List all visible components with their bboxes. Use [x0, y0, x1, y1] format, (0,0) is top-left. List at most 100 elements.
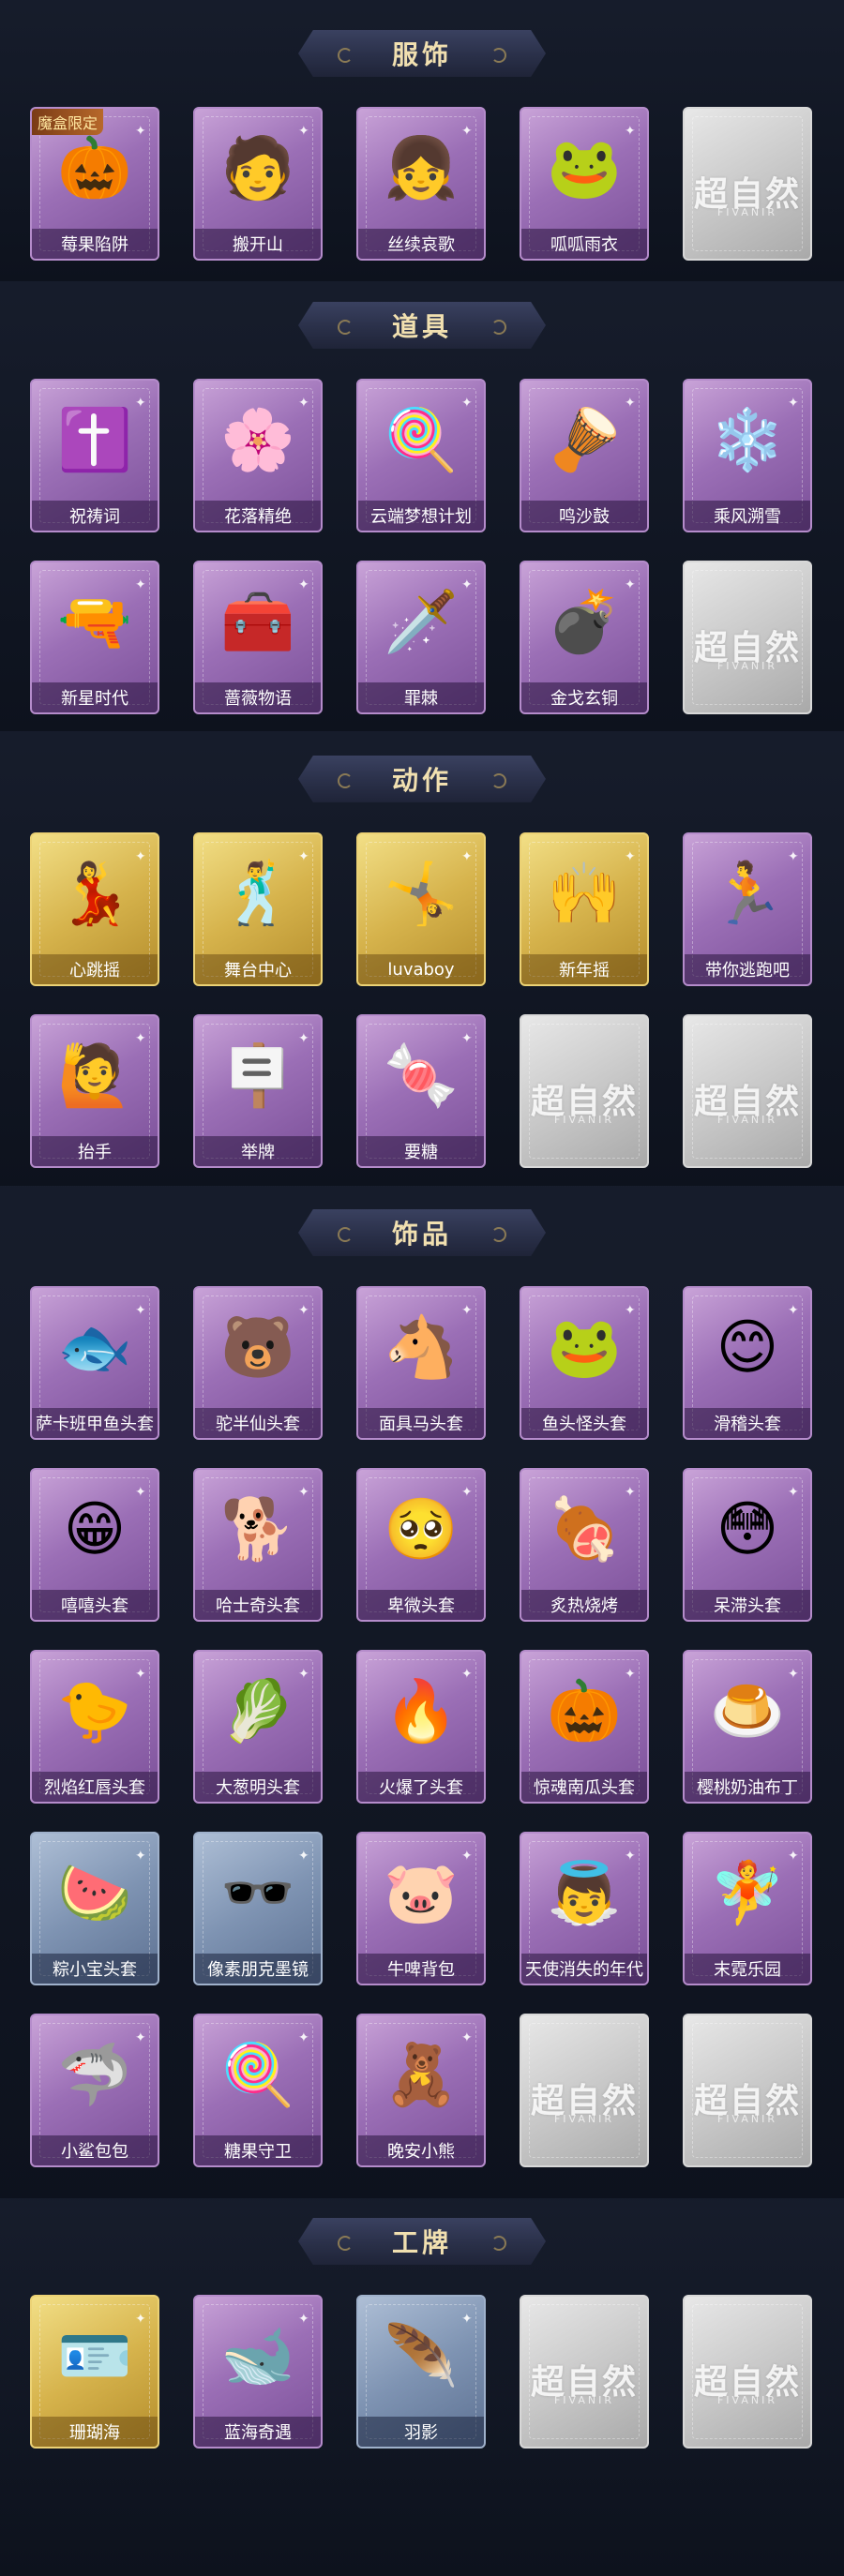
item-card[interactable]: 🐟 ✦ 萨卡班甲鱼头套 [30, 1286, 159, 1440]
locked-item-card[interactable]: 超自然 FIVANIR [520, 2295, 649, 2449]
item-card[interactable]: 🍖 ✦ 炙热烧烤 [520, 1468, 649, 1622]
item-card[interactable]: 🏃 ✦ 带你逃跑吧 [683, 832, 812, 986]
sparkle-icon: ✦ [461, 577, 473, 592]
locked-item-card[interactable]: 超自然 FIVANIR [683, 107, 812, 261]
item-card[interactable]: 🪶 ✦ 羽影 [356, 2295, 486, 2449]
sparkle-icon: ✦ [625, 396, 636, 411]
item-card[interactable]: 🧸 ✦ 晚安小熊 [356, 2014, 486, 2167]
item-label: 滑稽头套 [685, 1408, 810, 1438]
item-card[interactable]: 🥬 ✦ 大葱明头套 [193, 1650, 323, 1804]
revolver-icon: 🔫 [57, 588, 132, 657]
item-card[interactable]: 🎃 ✦ 莓果陷阱 魔盒限定 [30, 107, 159, 261]
item-card[interactable]: 🔥 ✦ 火爆了头套 [356, 1650, 486, 1804]
section-header: 饰品 [298, 1209, 546, 1256]
item-card[interactable]: 😳 ✦ 呆滞头套 [683, 1468, 812, 1622]
item-label: luvaboy [358, 954, 484, 984]
item-card[interactable]: 🧑 ✦ 搬开山 [193, 107, 323, 261]
item-card[interactable]: 💃 ✦ 心跳摇 [30, 832, 159, 986]
item-card[interactable]: 🐴 ✦ 面具马头套 [356, 1286, 486, 1440]
item-card[interactable]: 🐻 ✦ 驼半仙头套 [193, 1286, 323, 1440]
sparkle-icon: ✦ [135, 1485, 146, 1500]
locked-item-card[interactable]: 超自然 FIVANIR [683, 1014, 812, 1168]
item-card[interactable]: 🍬 ✦ 要糖 [356, 1014, 486, 1168]
placeholder-subtext: FIVANIR [716, 1114, 778, 1126]
girl-icon: 👧 [384, 134, 459, 203]
item-card[interactable]: 🍉 ✦ 粽小宝头套 [30, 1832, 159, 1985]
limited-badge: 魔盒限定 [32, 109, 104, 135]
item-card[interactable]: 👧 ✦ 丝续哀歌 [356, 107, 486, 261]
sparkle-icon: ✦ [461, 2312, 473, 2327]
item-card[interactable]: 🕺 ✦ 舞台中心 [193, 832, 323, 986]
item-label: 莓果陷阱 [32, 229, 158, 259]
sparkle-icon: ✦ [298, 1303, 309, 1318]
frog-icon: 🐸 [547, 1313, 622, 1383]
item-label: 大葱明头套 [195, 1772, 321, 1802]
item-card[interactable]: 🥺 ✦ 卑微头套 [356, 1468, 486, 1622]
item-label: 樱桃奶油布丁 [685, 1772, 810, 1802]
leek-icon: 🥬 [220, 1677, 295, 1746]
item-label: 搬开山 [195, 229, 321, 259]
item-card[interactable]: 🧰 ✦ 蔷薇物语 [193, 561, 323, 714]
item-card[interactable]: 🍭 ✦ 糖果守卫 [193, 2014, 323, 2167]
item-label: 羽影 [358, 2417, 484, 2447]
item-label: 糖果守卫 [195, 2135, 321, 2165]
section-header: 动作 [298, 756, 546, 802]
card-icon: 🪪 [57, 2322, 132, 2391]
angel-icon: 👼 [547, 1859, 622, 1928]
item-label: 天使消失的年代 [521, 1954, 647, 1984]
item-label: 心跳摇 [32, 954, 158, 984]
husky-icon: 🐕 [220, 1495, 295, 1565]
item-label: 惊魂南瓜头套 [521, 1772, 647, 1802]
item-card[interactable]: ✝️ ✦ 祝祷词 [30, 379, 159, 532]
item-card[interactable]: 🐸 ✦ 呱呱雨衣 [520, 107, 649, 261]
placeholder-subtext: FIVANIR [553, 2113, 615, 2125]
item-label: 要糖 [358, 1136, 484, 1166]
item-card[interactable]: 🐤 ✦ 烈焰红唇头套 [30, 1650, 159, 1804]
sparkle-icon: ✦ [298, 1667, 309, 1682]
item-card[interactable]: 🍮 ✦ 樱桃奶油布丁 [683, 1650, 812, 1804]
item-card[interactable]: 🐕 ✦ 哈士奇头套 [193, 1468, 323, 1622]
cross-icon: ✝️ [57, 406, 132, 475]
item-card[interactable]: 😁 ✦ 嘻嘻头套 [30, 1468, 159, 1622]
pig-icon: 🐷 [384, 1859, 459, 1928]
locked-item-card[interactable]: 超自然 FIVANIR [683, 561, 812, 714]
item-card[interactable]: 👼 ✦ 天使消失的年代 [520, 1832, 649, 1985]
item-card[interactable]: 🌸 ✦ 花落精绝 [193, 379, 323, 532]
sparkle-icon: ✦ [135, 577, 146, 592]
item-card[interactable]: 🧚 ✦ 末霓乐园 [683, 1832, 812, 1985]
section-header: 道具 [298, 302, 546, 349]
item-card[interactable]: 🐸 ✦ 鱼头怪头套 [520, 1286, 649, 1440]
cheer-icon: 🙌 [547, 860, 622, 929]
locked-item-card[interactable]: 超自然 FIVANIR [683, 2014, 812, 2167]
item-label: 小鲨包包 [32, 2135, 158, 2165]
item-card[interactable]: 🕶️ ✦ 像素朋克墨镜 [193, 1832, 323, 1985]
sparkle-icon: ✦ [135, 2312, 146, 2327]
sparkle-icon: ✦ [625, 1667, 636, 1682]
item-card[interactable]: 🪧 ✦ 举牌 [193, 1014, 323, 1168]
item-card[interactable]: 🙋 ✦ 抬手 [30, 1014, 159, 1168]
item-card[interactable]: 🐋 ✦ 蓝海奇遇 [193, 2295, 323, 2449]
item-card[interactable]: 🪘 ✦ 鸣沙鼓 [520, 379, 649, 532]
locked-item-card[interactable]: 超自然 FIVANIR [520, 2014, 649, 2167]
item-card[interactable]: 🪪 ✦ 珊瑚海 [30, 2295, 159, 2449]
item-card[interactable]: 🐷 ✦ 牛啤背包 [356, 1832, 486, 1985]
drum-icon: 🪘 [547, 406, 622, 475]
item-label: 呆滞头套 [685, 1590, 810, 1620]
run-icon: 🏃 [710, 860, 785, 929]
item-card[interactable]: 😊 ✦ 滑稽头套 [683, 1286, 812, 1440]
item-label: 鱼头怪头套 [521, 1408, 647, 1438]
item-card[interactable]: ❄️ ✦ 乘风溯雪 [683, 379, 812, 532]
item-label: 晚安小熊 [358, 2135, 484, 2165]
item-card[interactable]: 🗡️ ✦ 罪棘 [356, 561, 486, 714]
item-card[interactable]: 🍭 ✦ 云端梦想计划 [356, 379, 486, 532]
item-card[interactable]: 🤸 ✦ luvaboy [356, 832, 486, 986]
item-card[interactable]: 🦈 ✦ 小鲨包包 [30, 2014, 159, 2167]
item-card[interactable]: 💣 ✦ 金戈玄铜 [520, 561, 649, 714]
locked-item-card[interactable]: 超自然 FIVANIR [520, 1014, 649, 1168]
pleading-icon: 🥺 [384, 1495, 459, 1565]
item-card[interactable]: 🙌 ✦ 新年摇 [520, 832, 649, 986]
locked-item-card[interactable]: 超自然 FIVANIR [683, 2295, 812, 2449]
item-card[interactable]: 🎃 ✦ 惊魂南瓜头套 [520, 1650, 649, 1804]
fish-icon: 🐟 [57, 1313, 132, 1383]
item-card[interactable]: 🔫 ✦ 新星时代 [30, 561, 159, 714]
